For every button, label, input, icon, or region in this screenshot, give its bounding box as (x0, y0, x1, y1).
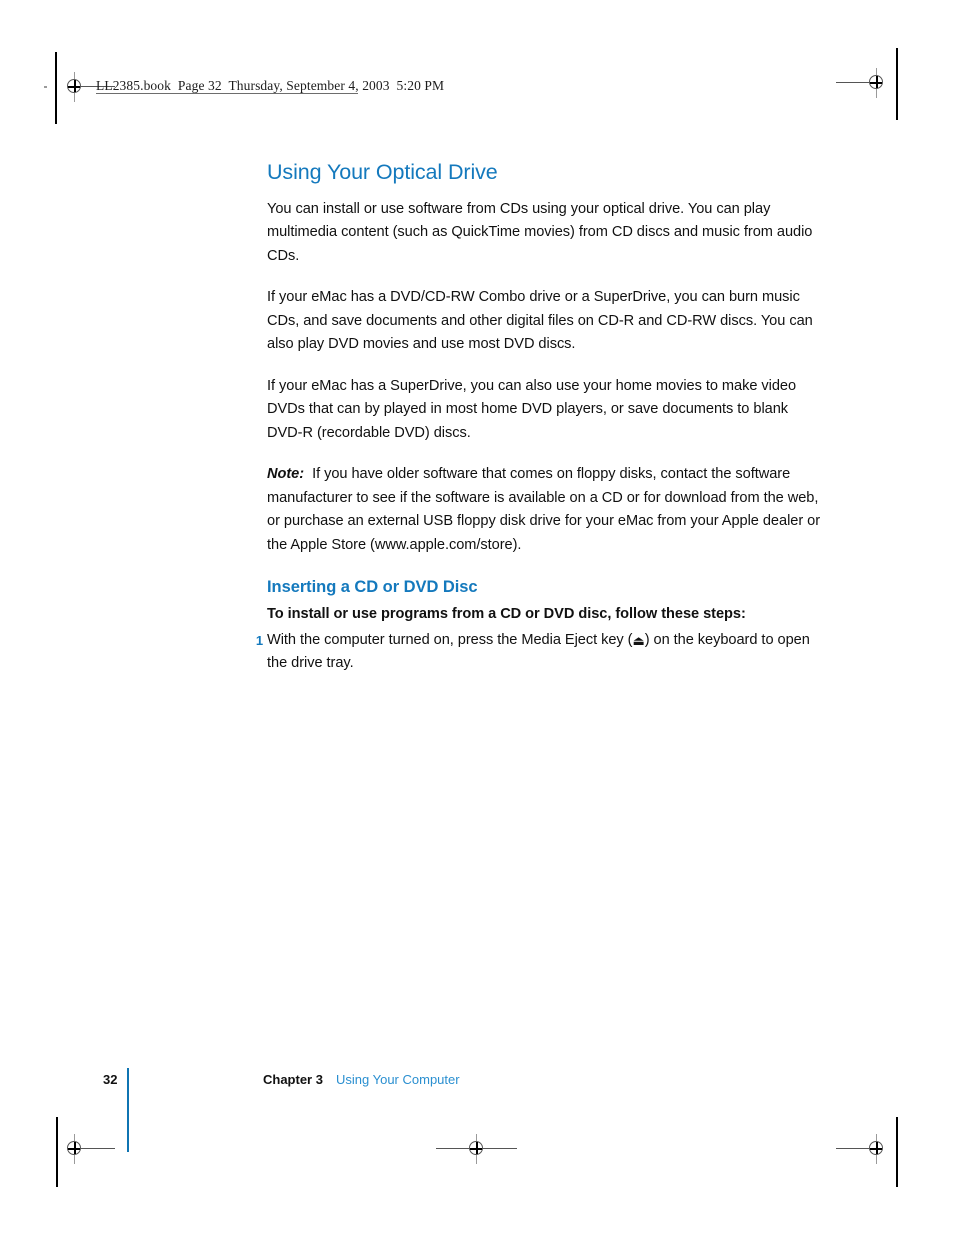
media-eject-icon: ⏏ (632, 632, 645, 648)
note-text: If you have older software that comes on… (267, 466, 821, 553)
paragraph-2: If your eMac has a DVD/CD-RW Combo drive… (267, 289, 813, 353)
trim-line-bottom-right (896, 1117, 898, 1187)
note-label: Note: (267, 466, 305, 483)
steps-list: 1 With the computer turned on, press the … (256, 629, 827, 675)
list-item: 1 With the computer turned on, press the … (256, 629, 827, 675)
steps-lead-in: To install or use programs from a CD or … (267, 605, 746, 622)
step-number: 1 (255, 632, 263, 648)
registration-mark-top-left (60, 72, 115, 102)
registration-mark-bottom-left (60, 1134, 115, 1164)
page-content: Using Your Optical Drive You can install… (256, 160, 827, 675)
subsection-title: Inserting a CD or DVD Disc (267, 578, 478, 597)
note-spacer (304, 466, 312, 482)
note-paragraph: Note: If you have older software that co… (267, 463, 827, 557)
step-text-before: With the computer turned on, press the M… (267, 631, 633, 648)
registration-mark-top-right (836, 68, 892, 98)
trim-line-top-right (896, 48, 898, 120)
paragraph-1: You can install or use software from CDs… (267, 200, 813, 264)
trim-line-bottom-left (56, 1117, 58, 1187)
slug-tick (44, 86, 47, 88)
footer-chapter-title: Using Your Computer (336, 1072, 460, 1087)
page-title: Using Your Optical Drive (267, 160, 498, 184)
footer-divider-rule (127, 1068, 129, 1152)
trim-line-top-left (55, 52, 57, 124)
file-slug-text: LL2385.book Page 32 Thursday, September … (96, 78, 445, 93)
registration-mark-bottom-center (436, 1134, 517, 1164)
footer-chapter-label: Chapter 3 (263, 1072, 323, 1087)
paragraph-3: If your eMac has a SuperDrive, you can a… (267, 377, 797, 441)
page-footer: 32 Chapter 3 Using Your Computer (0, 1068, 954, 1152)
registration-mark-bottom-right (836, 1134, 892, 1164)
page-number: 32 (103, 1072, 118, 1087)
